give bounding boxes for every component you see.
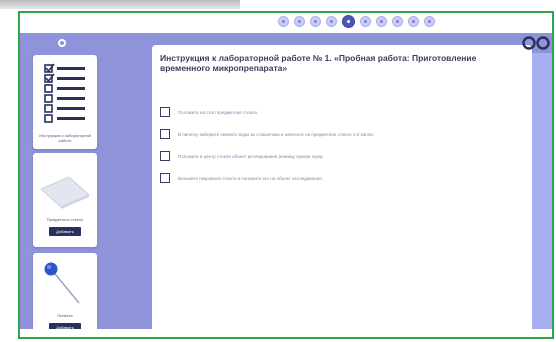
step-checkbox[interactable] bbox=[160, 129, 170, 139]
step-text: В пипетку наберите немного воды из стака… bbox=[178, 131, 374, 137]
step-text: Положите в центр стекла объект исследова… bbox=[178, 153, 324, 159]
step-checkbox[interactable] bbox=[160, 151, 170, 161]
step-navigation bbox=[278, 15, 435, 28]
tab-step-3[interactable] bbox=[310, 16, 321, 27]
sidebar-card-label: Пипетка bbox=[57, 313, 73, 318]
top-band bbox=[0, 0, 556, 10]
step-text: Возьмите покровное стекло и положите его… bbox=[178, 175, 323, 181]
instruction-step[interactable]: Возьмите покровное стекло и положите его… bbox=[160, 173, 323, 183]
tab-step-4[interactable] bbox=[326, 16, 337, 27]
tab-step-5[interactable] bbox=[342, 15, 355, 28]
logo-icon bbox=[522, 36, 550, 50]
tab-step-9[interactable] bbox=[408, 16, 419, 27]
sidebar-card-glass-slide[interactable]: Предметное стекло Добавить bbox=[33, 153, 97, 247]
top-band-shadow bbox=[0, 0, 240, 9]
tab-step-6[interactable] bbox=[360, 16, 371, 27]
sidebar-card-label: Предметное стекло bbox=[46, 217, 84, 222]
app-frame: Инструкция к лабораторной работе Предмет… bbox=[18, 11, 554, 339]
screen: Инструкция к лабораторной работе Предмет… bbox=[0, 0, 556, 342]
tab-step-2[interactable] bbox=[294, 16, 305, 27]
sidebar-card-instruction[interactable]: Инструкция к лабораторной работе bbox=[33, 55, 97, 149]
tab-step-1[interactable] bbox=[278, 16, 289, 27]
sidebar-toggle-icon[interactable] bbox=[58, 39, 66, 47]
add-glass-slide-button[interactable]: Добавить bbox=[49, 227, 81, 236]
step-checkbox[interactable] bbox=[160, 173, 170, 183]
instruction-panel: Инструкция к лабораторной работе № 1. «П… bbox=[152, 45, 532, 337]
glass-slide-icon bbox=[40, 176, 90, 209]
instruction-title: Инструкция к лабораторной работе № 1. «П… bbox=[160, 53, 477, 73]
step-text: Положите на стол предметное стекло. bbox=[178, 109, 259, 115]
tab-step-10[interactable] bbox=[424, 16, 435, 27]
instruction-step[interactable]: Положите на стол предметное стекло. bbox=[160, 107, 258, 117]
instruction-step[interactable]: Положите в центр стекла объект исследова… bbox=[160, 151, 324, 161]
checklist-icon bbox=[44, 63, 85, 123]
needle-icon bbox=[44, 262, 80, 304]
bottom-strip bbox=[20, 329, 552, 337]
sidebar-card-pipette[interactable]: Пипетка Добавить bbox=[33, 253, 97, 337]
tab-step-8[interactable] bbox=[392, 16, 403, 27]
step-checkbox[interactable] bbox=[160, 107, 170, 117]
sidebar-card-label: Инструкция к лабораторной работе bbox=[39, 133, 91, 143]
instruction-step[interactable]: В пипетку наберите немного воды из стака… bbox=[160, 129, 374, 139]
tab-step-7[interactable] bbox=[376, 16, 387, 27]
